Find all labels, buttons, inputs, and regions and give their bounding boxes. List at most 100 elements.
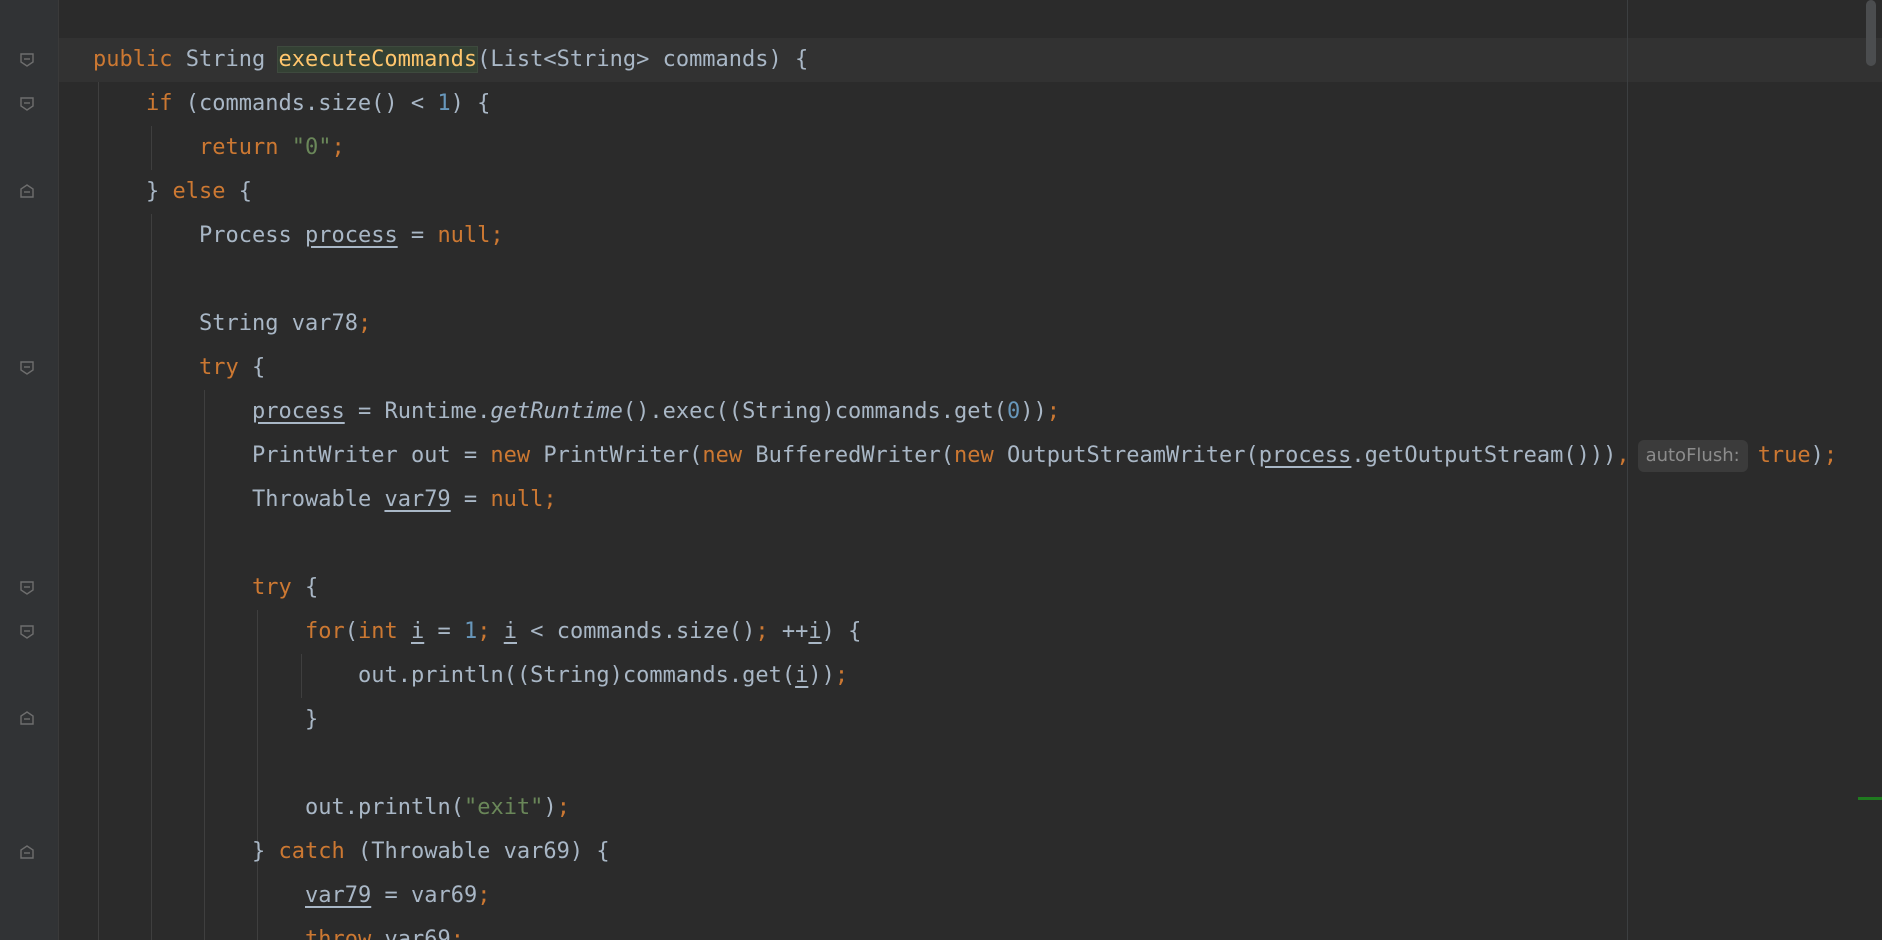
- indent-guide: [204, 390, 205, 940]
- code-editor[interactable]: public String executeCommands(List<Strin…: [0, 0, 1882, 940]
- code-line[interactable]: for(int i = 1; i < commands.size(); ++i)…: [305, 610, 861, 654]
- code-line[interactable]: return "0";: [199, 126, 345, 170]
- code-token: ().exec((String)commands.get(: [622, 399, 1007, 424]
- keyword: return: [199, 135, 279, 160]
- code-token: ) {: [821, 619, 862, 644]
- keyword: public: [93, 47, 173, 72]
- keyword: int: [358, 619, 398, 644]
- semicolon: ;: [477, 883, 491, 908]
- variable-reassigned: i: [503, 619, 517, 644]
- semicolon: ;: [556, 795, 570, 820]
- code-token: out.println(: [305, 795, 464, 820]
- keyword: new: [702, 443, 743, 468]
- code-token: String: [172, 47, 279, 72]
- keyword: null: [490, 487, 544, 512]
- keyword: try: [199, 355, 239, 380]
- variable-reassigned: process: [252, 399, 345, 424]
- code-line[interactable]: Process process = null;: [199, 214, 504, 258]
- gutter-separator: [58, 0, 59, 940]
- code-line[interactable]: try {: [199, 346, 265, 390]
- variable-reassigned: var79: [384, 487, 451, 512]
- code-line[interactable]: Throwable var79 = null;: [252, 478, 557, 522]
- code-token: )): [1020, 399, 1047, 424]
- code-token: = Runtime.: [344, 399, 491, 424]
- semicolon: ;: [490, 223, 504, 248]
- indent-guide: [151, 126, 152, 170]
- code-token: String var78: [199, 311, 358, 336]
- code-token: =: [397, 223, 438, 248]
- code-line[interactable]: } else {: [146, 170, 252, 214]
- semicolon: ;: [1823, 443, 1838, 468]
- keyword: if: [146, 91, 173, 116]
- unfold-icon[interactable]: [20, 711, 34, 725]
- code-token: BufferedWriter(: [742, 443, 955, 468]
- keyword: new: [490, 443, 531, 468]
- keyword: catch: [278, 839, 345, 864]
- keyword: else: [172, 179, 226, 204]
- code-token: =: [450, 487, 491, 512]
- fold-icon[interactable]: [20, 97, 34, 111]
- code-token: }: [252, 839, 279, 864]
- code-token: .getOutputStream())): [1351, 443, 1617, 468]
- gutter: [0, 0, 58, 940]
- comma: ,: [1616, 443, 1630, 468]
- keyword: true: [1757, 443, 1811, 468]
- code-line[interactable]: var79 = var69;: [305, 874, 490, 918]
- code-token: ): [543, 795, 557, 820]
- code-token: var69: [371, 927, 451, 940]
- code-line[interactable]: process = Runtime.getRuntime().exec((Str…: [252, 390, 1060, 434]
- code-token: ): [1810, 443, 1824, 468]
- fold-icon[interactable]: [20, 53, 34, 67]
- string-literal: "0": [291, 135, 332, 160]
- code-line[interactable]: } catch (Throwable var69) {: [252, 830, 610, 874]
- code-line[interactable]: out.println((String)commands.get(i));: [358, 654, 848, 698]
- code-token: }: [146, 179, 173, 204]
- code-line[interactable]: if (commands.size() < 1) {: [146, 82, 490, 126]
- code-token: }: [305, 707, 319, 732]
- code-token: = var69: [371, 883, 478, 908]
- unfold-icon[interactable]: [20, 845, 34, 859]
- method-name-highlight[interactable]: executeCommands: [277, 46, 479, 73]
- code-line[interactable]: try {: [252, 566, 318, 610]
- fold-icon[interactable]: [20, 361, 34, 375]
- code-token: Throwable: [252, 487, 385, 512]
- code-token: OutputStreamWriter(: [993, 443, 1259, 468]
- string-literal: "exit": [463, 795, 544, 820]
- variable-reassigned: i: [795, 663, 809, 688]
- static-method-call: getRuntime: [490, 399, 623, 424]
- semicolon: ;: [834, 663, 849, 688]
- keyword: throw: [305, 927, 372, 940]
- code-line[interactable]: out.println("exit");: [305, 786, 570, 830]
- variable-reassigned: var79: [305, 883, 372, 908]
- keyword: null: [437, 223, 491, 248]
- fold-icon[interactable]: [20, 581, 34, 595]
- code-line[interactable]: throw var69;: [305, 918, 464, 940]
- code-token: )): [808, 663, 835, 688]
- code-token: PrintWriter(: [530, 443, 703, 468]
- indent-guide: [301, 654, 302, 698]
- code-token: (commands.size() <: [172, 91, 438, 116]
- number-literal: 0: [1006, 399, 1021, 424]
- vertical-scrollbar-thumb[interactable]: [1866, 0, 1876, 66]
- indent-guide: [151, 214, 152, 940]
- change-marker[interactable]: [1858, 797, 1882, 800]
- code-token: out.println((String)commands.get(: [358, 663, 796, 688]
- fold-icon[interactable]: [20, 625, 34, 639]
- code-line[interactable]: public String executeCommands(List<Strin…: [93, 38, 808, 82]
- code-token: (: [344, 619, 358, 644]
- code-token: (List<String> commands) {: [477, 47, 809, 72]
- code-token: =: [424, 619, 464, 644]
- code-line[interactable]: }: [305, 698, 318, 742]
- code-line[interactable]: PrintWriter out = new PrintWriter(new Bu…: [252, 434, 1837, 478]
- code-token: < commands.size(): [517, 619, 756, 644]
- semicolon: ;: [755, 619, 782, 644]
- keyword: try: [252, 575, 292, 600]
- keyword: new: [954, 443, 994, 468]
- code-token: ++: [781, 619, 809, 644]
- unfold-icon[interactable]: [20, 184, 34, 198]
- code-line[interactable]: String var78;: [199, 302, 371, 346]
- number-literal: 1: [437, 91, 451, 116]
- parameter-hint: autoFlush:: [1637, 440, 1748, 472]
